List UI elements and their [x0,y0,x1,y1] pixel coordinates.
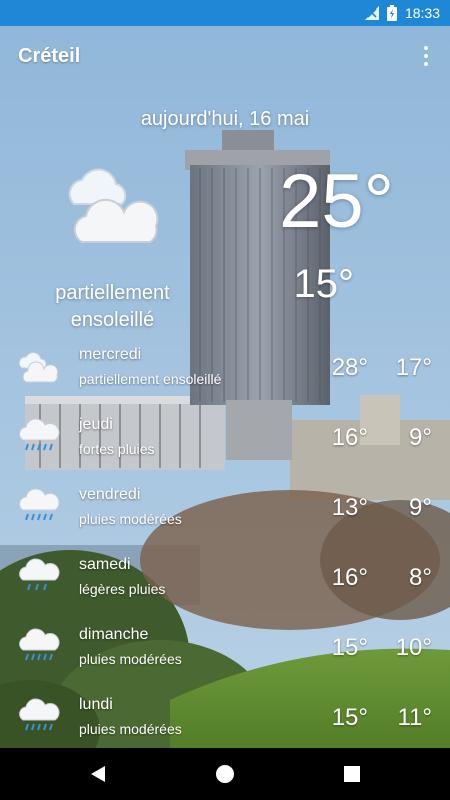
forecast-high: 16° [331,424,368,451]
forecast-desc: pluies modérées [79,511,182,527]
forecast-day: jeudi [79,416,113,433]
city-title: Créteil [18,44,81,67]
forecast-low: 10° [395,634,432,661]
forecast-high: 16° [331,564,368,591]
rain-icon [18,488,60,531]
forecast-low: 9° [409,494,432,521]
signal-off-icon [364,6,379,20]
forecast-high: 28° [331,354,368,381]
partly-cloudy-icon [18,348,60,389]
forecast-day: vendredi [79,486,141,503]
forecast-day: dimanche [79,626,149,643]
today-high-temp: 25° [279,159,394,244]
home-icon[interactable] [211,760,239,788]
today-condition: partiellement ensoleillé [55,282,170,331]
forecast-row[interactable]: mercredi partiellement ensoleillé 28° 17… [0,340,450,400]
forecast-day: samedi [79,556,131,573]
battery-charging-icon [386,5,397,21]
app-toolbar: Créteil [0,26,450,86]
forecast-day: mercredi [79,346,142,363]
rain-icon [18,418,60,461]
status-time: 18:33 [404,5,440,21]
forecast-low: 9° [409,424,432,451]
forecast-desc: légères pluies [79,581,166,597]
forecast-low: 17° [395,354,432,381]
forecast-row[interactable]: dimanche pluies modérées 15° 10° [0,620,450,680]
partly-cloudy-icon [62,160,162,249]
today-low-temp: 15° [293,262,355,306]
forecast-row[interactable]: samedi légères pluies 16° 8° [0,550,450,610]
forecast-low: 11° [397,704,432,731]
system-nav-bar [0,748,450,800]
forecast-high: 15° [331,634,368,661]
recents-icon[interactable] [338,760,366,788]
rain-icon [18,558,60,601]
rain-icon [18,628,60,671]
forecast-day: lundi [79,696,113,713]
today-date: aujourd'hui, 16 mai [140,108,310,130]
forecast-row[interactable]: lundi pluies modérées 15° 11° [0,690,450,750]
forecast-row[interactable]: vendredi pluies modérées 13° 9° [0,480,450,540]
forecast-desc: fortes pluies [79,441,155,457]
forecast-high: 13° [331,494,368,521]
forecast-low: 8° [409,564,432,591]
back-icon[interactable] [84,760,112,788]
rain-icon [18,698,60,741]
forecast-desc: pluies modérées [79,721,182,737]
forecast-high: 15° [331,704,368,731]
status-bar: 18:33 [0,0,450,26]
forecast-row[interactable]: jeudi fortes pluies 16° 9° [0,410,450,470]
more-vert-icon[interactable] [416,44,436,68]
forecast-desc: partiellement ensoleillé [79,371,222,387]
forecast-desc: pluies modérées [79,651,182,667]
